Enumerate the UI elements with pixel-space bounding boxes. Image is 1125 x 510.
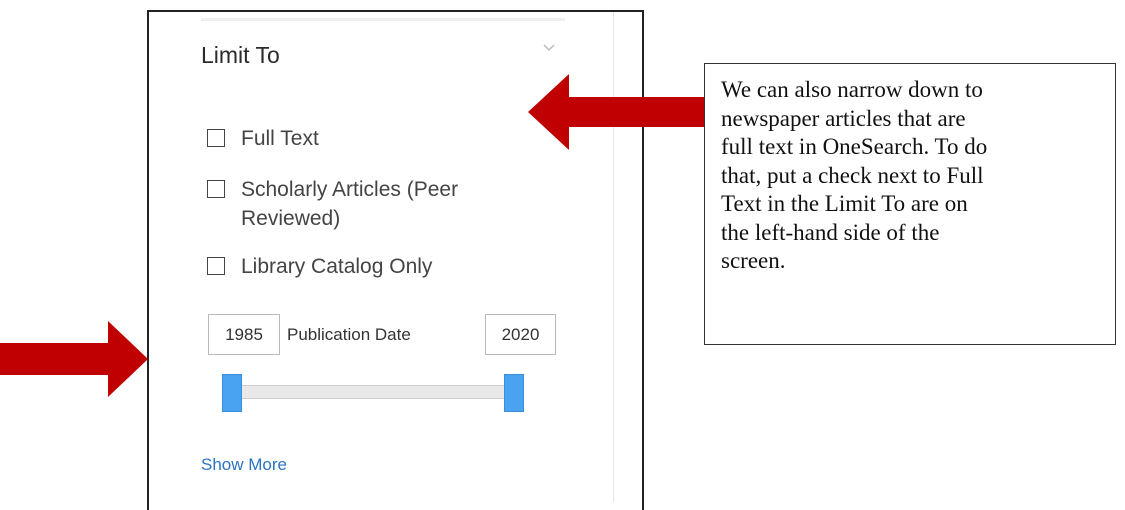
scholarly-articles-label-line-2: Reviewed) (241, 207, 341, 230)
limit-to-heading: Limit To (201, 42, 280, 68)
publication-date-slider-handle-from[interactable] (222, 374, 242, 412)
callout-line: Text in the Limit To are on (721, 191, 968, 216)
left-arrow-right-pointing-icon (0, 321, 148, 397)
publication-date-slider-handle-to[interactable] (504, 374, 524, 412)
full-text-option[interactable]: Full Text (207, 124, 319, 153)
callout-line: that, put a check next to Full (721, 162, 984, 188)
publication-date-from-input[interactable]: 1985 (208, 314, 280, 355)
scholarly-articles-label-line-1: Scholarly Articles (Peer (241, 178, 459, 201)
library-catalog-option[interactable]: Library Catalog Only (207, 252, 432, 281)
callout-line: full text in OneSearch. To do (721, 134, 988, 159)
callout-arrow-left-pointing-icon (528, 74, 706, 150)
callout-line: the left-hand side of the (721, 219, 940, 245)
publication-date-slider-track[interactable] (227, 385, 519, 399)
callout-line: newspaper articles that are (721, 105, 966, 131)
publication-date-to-input[interactable]: 2020 (485, 314, 556, 355)
library-catalog-checkbox[interactable] (207, 257, 225, 275)
full-text-label: Full Text (241, 127, 319, 150)
library-catalog-label: Library Catalog Only (241, 255, 433, 278)
instruction-callout: We can also narrow down to newspaper art… (704, 63, 1116, 345)
top-divider (201, 18, 565, 21)
scholarly-articles-label: Scholarly Articles (Peer Reviewed) (241, 175, 458, 233)
scholarly-articles-option[interactable]: Scholarly Articles (Peer Reviewed) (207, 175, 458, 233)
callout-line: screen. (721, 248, 786, 273)
callout-line: We can also narrow down to (721, 77, 983, 102)
show-more-link[interactable]: Show More (201, 455, 287, 475)
publication-date-label: Publication Date (287, 325, 411, 344)
scholarly-articles-checkbox[interactable] (207, 180, 225, 198)
full-text-checkbox[interactable] (207, 129, 225, 147)
chevron-down-icon[interactable] (540, 40, 558, 54)
